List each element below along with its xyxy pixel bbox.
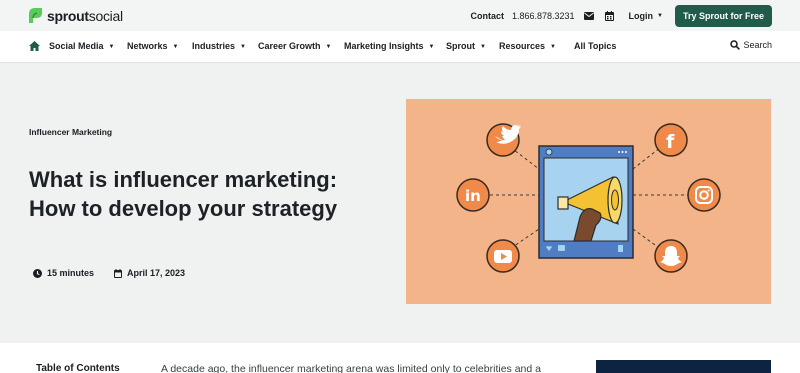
try-free-button[interactable]: Try Sprout for Free: [674, 4, 772, 27]
nav-all-topics[interactable]: All Topics: [574, 41, 616, 51]
nav-resources[interactable]: Resources ▼: [499, 41, 556, 51]
article-intro: A decade ago, the influencer marketing a…: [161, 363, 541, 373]
clock-icon: [33, 268, 42, 278]
hero-illustration: in f: [406, 99, 771, 304]
read-time: 15 minutes: [33, 268, 94, 278]
chevron-down-icon: ▼: [657, 12, 663, 19]
search-icon: [730, 40, 741, 50]
nav-social-media[interactable]: Social Media ▼: [49, 41, 114, 51]
nav-marketing-insights[interactable]: Marketing Insights ▼: [344, 41, 434, 51]
contact-link[interactable]: Contact: [470, 11, 504, 21]
table-of-contents-heading: Table of Contents: [36, 363, 120, 373]
top-bar: sproutsocial Contact 1.866.878.3231 Logi…: [0, 0, 800, 31]
chevron-down-icon: ▼: [108, 44, 115, 50]
publish-date: April 17, 2023: [114, 268, 185, 278]
logo-wordmark: sproutsocial: [47, 7, 123, 24]
chevron-down-icon: ▼: [550, 44, 556, 50]
calendar-icon: [114, 268, 122, 278]
influencer-illustration: in f: [456, 123, 721, 273]
chevron-down-icon: ▼: [480, 44, 486, 50]
nav-industries[interactable]: Industries ▼: [192, 41, 246, 51]
nav-networks[interactable]: Networks ▼: [127, 41, 178, 51]
chevron-down-icon: ▼: [325, 44, 332, 50]
sprout-leaf-icon: [29, 8, 42, 23]
svg-text:in: in: [465, 187, 481, 205]
sidebar-promo[interactable]: [596, 360, 771, 373]
chevron-down-icon: ▼: [172, 44, 179, 50]
search-label: Search: [743, 40, 772, 50]
article-hero: Influencer Marketing What is influencer …: [0, 63, 800, 343]
category-link[interactable]: Influencer Marketing: [29, 127, 112, 137]
main-nav: Social Media ▼ Networks ▼ Industries ▼ Care…: [0, 31, 800, 63]
svg-text:f: f: [666, 131, 675, 153]
search-button[interactable]: Search: [730, 40, 772, 50]
article-body: Table of Contents A decade ago, the infl…: [0, 343, 800, 373]
nav-career-growth[interactable]: Career Growth ▼: [258, 41, 331, 51]
home-icon[interactable]: [29, 41, 40, 51]
email-icon[interactable]: [583, 10, 595, 22]
calendar-icon[interactable]: [604, 10, 616, 22]
phone-number[interactable]: 1.866.878.3231: [512, 11, 575, 21]
nav-sprout[interactable]: Sprout ▼: [446, 41, 486, 51]
sprout-logo[interactable]: sproutsocial: [28, 6, 123, 25]
login-menu[interactable]: Login: [629, 11, 654, 21]
page-title: What is influencer marketing: How to dev…: [29, 167, 338, 221]
chevron-down-icon: ▼: [240, 44, 246, 50]
chevron-down-icon: ▼: [428, 44, 435, 50]
